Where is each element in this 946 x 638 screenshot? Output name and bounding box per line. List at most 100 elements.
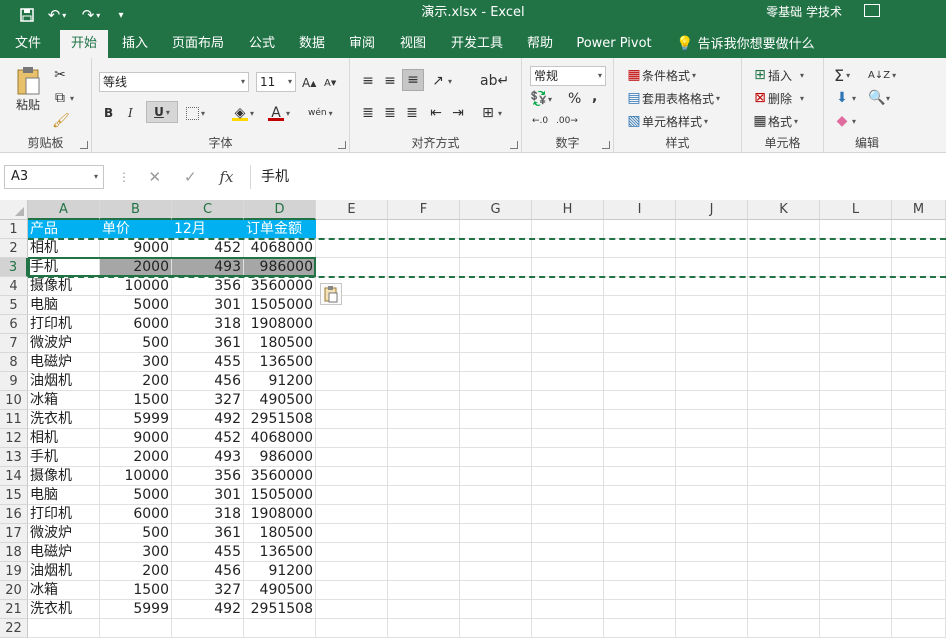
cell[interactable] [892,372,946,391]
row-header[interactable]: 13 [0,448,28,467]
cell[interactable] [316,581,388,600]
cell[interactable] [388,353,460,372]
cell[interactable] [388,600,460,619]
cell[interactable] [604,448,676,467]
delete-cells-button[interactable]: ⊠ 删除 ▾ [752,87,804,109]
increase-font-icon[interactable]: A ▲ [302,72,316,94]
cell[interactable]: 493 [172,448,244,467]
cell[interactable]: 300 [100,543,172,562]
tab-review[interactable]: 审阅 [344,30,380,58]
cell[interactable] [892,296,946,315]
row-header[interactable]: 3 [0,258,28,277]
cell[interactable] [604,334,676,353]
cell[interactable] [604,467,676,486]
cell[interactable] [820,334,892,353]
cell[interactable] [748,562,820,581]
cell[interactable] [604,277,676,296]
insert-cells-button[interactable]: ⊞ 插入 ▾ [752,64,804,86]
cell[interactable]: 456 [172,562,244,581]
cell[interactable] [388,258,460,277]
cell[interactable] [892,619,946,638]
format-painter-icon[interactable]: 🖌 [52,110,70,132]
cell[interactable] [460,448,532,467]
tab-home[interactable]: 开始 [60,30,108,58]
bold-button[interactable]: B [104,102,113,124]
cell[interactable] [460,277,532,296]
row-header[interactable]: 12 [0,429,28,448]
row-header[interactable]: 2 [0,239,28,258]
cell[interactable] [532,277,604,296]
cell[interactable] [820,600,892,619]
cell[interactable] [676,524,748,543]
cell[interactable] [676,372,748,391]
row-header[interactable]: 18 [0,543,28,562]
font-size-combo[interactable]: 11 ▾ [256,72,296,92]
cell[interactable]: 361 [172,334,244,353]
cell[interactable] [604,486,676,505]
cell[interactable] [676,467,748,486]
cell[interactable] [604,353,676,372]
column-header-j[interactable]: J [676,200,748,220]
cell[interactable] [388,467,460,486]
cell[interactable]: 455 [172,353,244,372]
cell[interactable] [460,239,532,258]
cell[interactable] [748,581,820,600]
cell[interactable] [460,296,532,315]
cell[interactable]: 4068000 [244,239,316,258]
cell[interactable]: 1505000 [244,296,316,315]
tab-file[interactable]: 文件 [6,30,50,58]
cell[interactable] [892,410,946,429]
cell[interactable]: 300 [100,353,172,372]
column-header-a[interactable]: A [28,200,100,220]
cell[interactable]: 1500 [100,581,172,600]
cell[interactable] [820,581,892,600]
cell[interactable] [892,524,946,543]
cell[interactable]: 180500 [244,524,316,543]
row-header[interactable]: 14 [0,467,28,486]
font-launcher-icon[interactable] [338,141,346,149]
cell[interactable] [748,277,820,296]
cell[interactable] [748,258,820,277]
cell[interactable] [388,619,460,638]
cell[interactable]: 490500 [244,391,316,410]
cell[interactable] [748,429,820,448]
column-header-k[interactable]: K [748,200,820,220]
conditional-formatting-button[interactable]: ▦ 条件格式 ▾ [626,64,696,86]
cell[interactable] [532,429,604,448]
cell[interactable] [676,334,748,353]
cell[interactable]: 986000 [244,448,316,467]
cell[interactable] [532,391,604,410]
cell[interactable] [388,239,460,258]
cell[interactable] [748,486,820,505]
cell[interactable] [316,505,388,524]
cell[interactable]: 200 [100,562,172,581]
cell[interactable] [604,315,676,334]
cell[interactable] [676,581,748,600]
cell[interactable] [316,467,388,486]
cell[interactable]: 冰箱 [28,391,100,410]
row-header[interactable]: 1 [0,220,28,239]
increase-indent-icon[interactable]: ⇥ [450,102,466,124]
cell[interactable] [604,239,676,258]
cell[interactable] [460,562,532,581]
align-left-icon[interactable]: ≣ [360,102,376,124]
cell[interactable] [388,486,460,505]
font-color-icon[interactable]: A ▾ [268,102,290,124]
cell[interactable] [748,334,820,353]
cell[interactable] [892,486,946,505]
column-header-g[interactable]: G [460,200,532,220]
cell[interactable]: 9000 [100,239,172,258]
cell[interactable] [532,353,604,372]
cell[interactable] [820,448,892,467]
cell[interactable] [820,391,892,410]
cell[interactable] [892,505,946,524]
alignment-launcher-icon[interactable] [510,141,518,149]
cell[interactable] [460,543,532,562]
cell[interactable] [388,372,460,391]
cell[interactable]: 9000 [100,429,172,448]
column-header-l[interactable]: L [820,200,892,220]
cell[interactable] [460,600,532,619]
cell[interactable] [604,543,676,562]
cell[interactable] [892,562,946,581]
cell[interactable] [820,315,892,334]
